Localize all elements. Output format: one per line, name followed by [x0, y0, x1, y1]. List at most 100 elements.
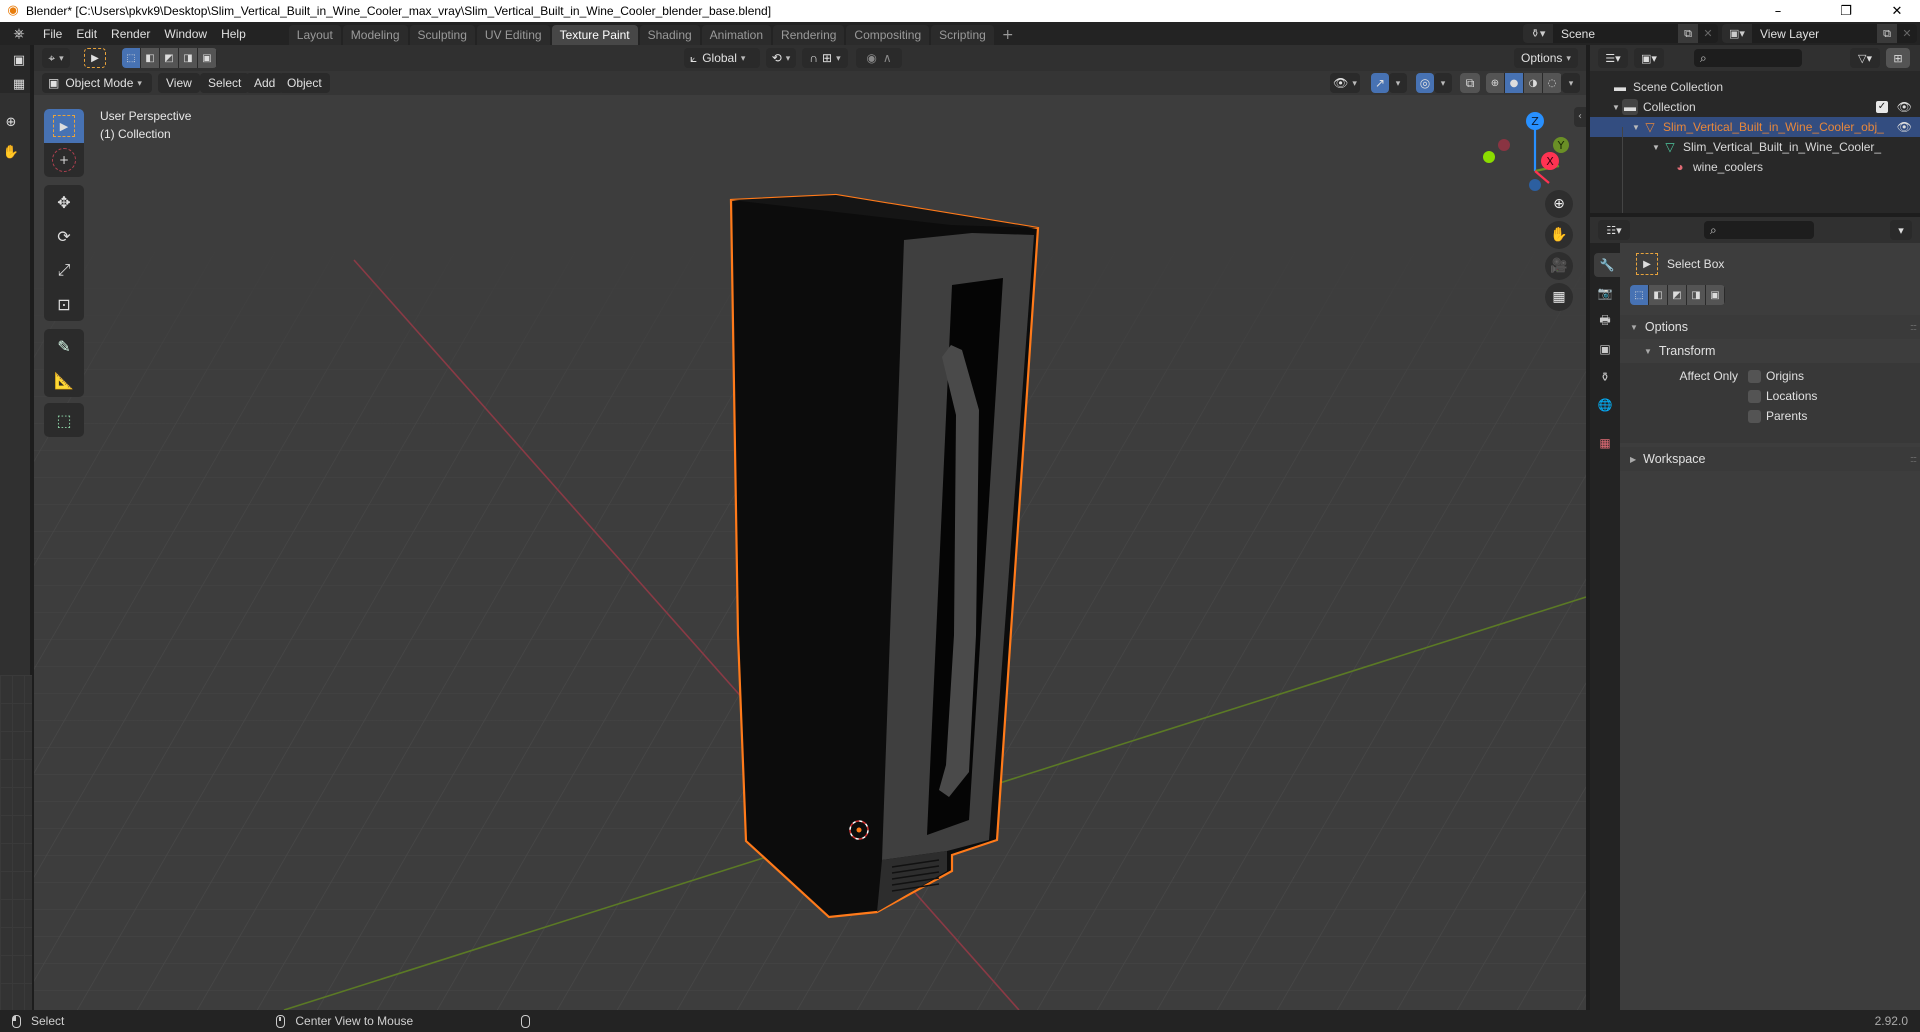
transform-orientation-dropdown[interactable]: ⟀ Global ▾	[684, 48, 760, 68]
active-tool-select-box[interactable]: ▶	[84, 48, 106, 68]
scene-icon[interactable]: ⚱▾	[1523, 24, 1553, 43]
tool-annotate[interactable]: ✎	[44, 329, 84, 363]
zoom-icon[interactable]: ⊕	[0, 113, 22, 133]
workspace-panel-header[interactable]: ▶ Workspace ::::	[1620, 447, 1920, 471]
solid-shading-icon[interactable]: ●	[1505, 73, 1524, 93]
delete-view-layer-icon[interactable]: ✕	[1897, 24, 1917, 43]
proportional-editing-toggle[interactable]: ◉ ∧	[856, 48, 902, 68]
tab-uv-editing[interactable]: UV Editing	[476, 25, 550, 45]
tool-add-cube[interactable]: ⬚	[44, 403, 84, 437]
mode-subtract-icon[interactable]: ◩	[1668, 285, 1687, 305]
pan-view-button[interactable]: ✋	[1545, 221, 1573, 249]
properties-editor-type[interactable]: ☷▾	[1598, 220, 1630, 240]
new-collection-button[interactable]: ⊞	[1886, 48, 1910, 68]
overlay-dropdown[interactable]: ▾	[1434, 73, 1452, 93]
mode-dropdown[interactable]: ▣ Object Mode ▾	[42, 73, 152, 93]
expand-triangle-icon[interactable]: ▼	[1610, 103, 1622, 112]
shading-mode-toggle[interactable]: ⊕ ● ◑ ◌	[1486, 73, 1562, 93]
drag-grip-icon[interactable]: ::::	[1910, 322, 1917, 332]
options-panel-header[interactable]: ▼ Options ::::	[1620, 315, 1920, 339]
selection-mode-toggle[interactable]: ⬚ ◧ ◩ ◨ ▣	[122, 48, 217, 68]
navigation-gizmo[interactable]: Z Y X	[1483, 112, 1569, 191]
mode-new-icon[interactable]: ⬚	[122, 48, 141, 68]
tool-move[interactable]: ✥	[44, 185, 84, 219]
filter-dropdown[interactable]: ▽▾	[1850, 48, 1880, 68]
tab-shading[interactable]: Shading	[639, 25, 700, 45]
new-view-layer-icon[interactable]: ⧉	[1877, 24, 1897, 43]
tool-select-box[interactable]: ▶	[44, 109, 84, 143]
gizmo-neg-x[interactable]	[1498, 139, 1510, 151]
mode-invert-icon[interactable]: ◨	[179, 48, 198, 68]
menu-object[interactable]: Object	[279, 73, 330, 93]
shading-dropdown[interactable]: ▾	[1562, 73, 1580, 93]
mode-subtract-icon[interactable]: ◩	[160, 48, 179, 68]
editor-type-dropdown[interactable]: ⌖ ▾	[42, 48, 70, 68]
new-scene-icon[interactable]: ⧉	[1678, 24, 1698, 43]
parents-checkbox[interactable]: Parents	[1748, 409, 1807, 423]
selectability-visibility-dropdown[interactable]: 👁 ▾	[1330, 73, 1360, 93]
sidebar-toggle[interactable]: ‹	[1574, 107, 1586, 127]
close-button[interactable]: ✕	[1874, 0, 1920, 22]
blender-logo-icon[interactable]: ⎈	[8, 23, 30, 45]
display-mode-dropdown[interactable]: ▣▾	[1634, 48, 1664, 68]
ortho-toggle-button[interactable]: ▦	[1545, 283, 1573, 311]
outliner-editor-type[interactable]: ☰▾	[1598, 48, 1628, 68]
expand-triangle-icon[interactable]: ▼	[1650, 143, 1662, 152]
menu-window[interactable]: Window	[157, 23, 214, 45]
expand-triangle-icon[interactable]: ▼	[1630, 123, 1642, 132]
rendered-shading-icon[interactable]: ◌	[1543, 73, 1562, 93]
outliner-row-object[interactable]: ▼ ▽ Slim_Vertical_Built_in_Wine_Cooler_o…	[1590, 117, 1920, 137]
tab-render[interactable]: 📷	[1593, 281, 1617, 305]
gizmo-dropdown[interactable]: ▾	[1389, 73, 1407, 93]
tab-view-layer[interactable]: ▣	[1593, 337, 1617, 361]
menu-view[interactable]: View	[158, 73, 200, 93]
delete-scene-icon[interactable]: ✕	[1698, 24, 1718, 43]
outliner-row-mesh-data[interactable]: ▼ ▽ Slim_Vertical_Built_in_Wine_Cooler_	[1590, 137, 1920, 157]
tab-tool[interactable]: 🔧	[1594, 253, 1620, 277]
tab-modeling[interactable]: Modeling	[342, 25, 408, 45]
tab-scene[interactable]: ⚱	[1593, 365, 1617, 389]
zoom-view-button[interactable]: ⊕	[1545, 190, 1573, 218]
gizmo-neg-z[interactable]	[1529, 179, 1541, 191]
scene-name[interactable]: Scene	[1553, 27, 1678, 41]
tool-scale[interactable]: ⤢	[44, 253, 84, 287]
tab-texture-paint[interactable]: Texture Paint	[551, 25, 638, 45]
tab-layout[interactable]: Layout	[288, 25, 341, 45]
outliner-row-material[interactable]: ◕ wine_coolers	[1590, 157, 1920, 177]
tab-sculpting[interactable]: Sculpting	[409, 25, 475, 45]
tab-rendering[interactable]: Rendering	[773, 25, 845, 45]
mode-extend-icon[interactable]: ◧	[141, 48, 160, 68]
scene-selector[interactable]: ⚱▾ Scene ⧉ ✕	[1523, 24, 1718, 43]
add-workspace-button[interactable]: +	[996, 25, 1020, 45]
hand-pan-icon[interactable]: ✋	[0, 143, 22, 163]
mode-invert-icon[interactable]: ◨	[1687, 285, 1706, 305]
menu-help[interactable]: Help	[214, 23, 253, 45]
tab-scripting[interactable]: Scripting	[931, 25, 994, 45]
maximize-button[interactable]: ❐	[1823, 0, 1869, 22]
wine-cooler-object[interactable]	[729, 193, 1040, 919]
mode-extend-icon[interactable]: ◧	[1649, 285, 1668, 305]
transform-subpanel-header[interactable]: ▼ Transform	[1620, 339, 1920, 363]
overlay-toggle[interactable]: ◎	[1416, 73, 1434, 93]
mode-new-icon[interactable]: ⬚	[1630, 285, 1649, 305]
tab-compositing[interactable]: Compositing	[846, 25, 930, 45]
wireframe-shading-icon[interactable]: ⊕	[1486, 73, 1505, 93]
tab-world[interactable]: 🌐	[1593, 393, 1617, 417]
outliner-row-collection[interactable]: ▼ ▬ Collection ✓ 👁	[1590, 97, 1920, 117]
menu-add[interactable]: Add	[246, 73, 284, 93]
3d-viewport[interactable]: Z Y X ⌖ ▾ ▶ ⬚ ◧ ◩ ◨ ▣ ⟀ Global ▾ ⟲ ▾ ∩ ⊞ ▾ ◉ ∧ …	[34, 45, 1586, 1010]
menu-edit[interactable]: Edit	[69, 23, 104, 45]
material-shading-icon[interactable]: ◑	[1524, 73, 1543, 93]
minimize-button[interactable]: –	[1755, 0, 1801, 22]
mode-intersect-icon[interactable]: ▣	[198, 48, 217, 68]
tool-transform[interactable]: ⊡	[44, 287, 84, 321]
origins-checkbox[interactable]: Origins	[1748, 369, 1804, 383]
editor-type-icon[interactable]: ▣	[8, 51, 30, 71]
menu-file[interactable]: File	[36, 23, 69, 45]
outliner-search-input[interactable]: ⌕	[1694, 49, 1802, 67]
menu-render[interactable]: Render	[104, 23, 157, 45]
locations-checkbox[interactable]: Locations	[1748, 389, 1817, 403]
exclude-checkbox[interactable]: ✓	[1876, 101, 1888, 113]
eye-icon[interactable]: 👁	[1897, 100, 1912, 114]
properties-options-dropdown[interactable]: ▾	[1890, 220, 1912, 240]
